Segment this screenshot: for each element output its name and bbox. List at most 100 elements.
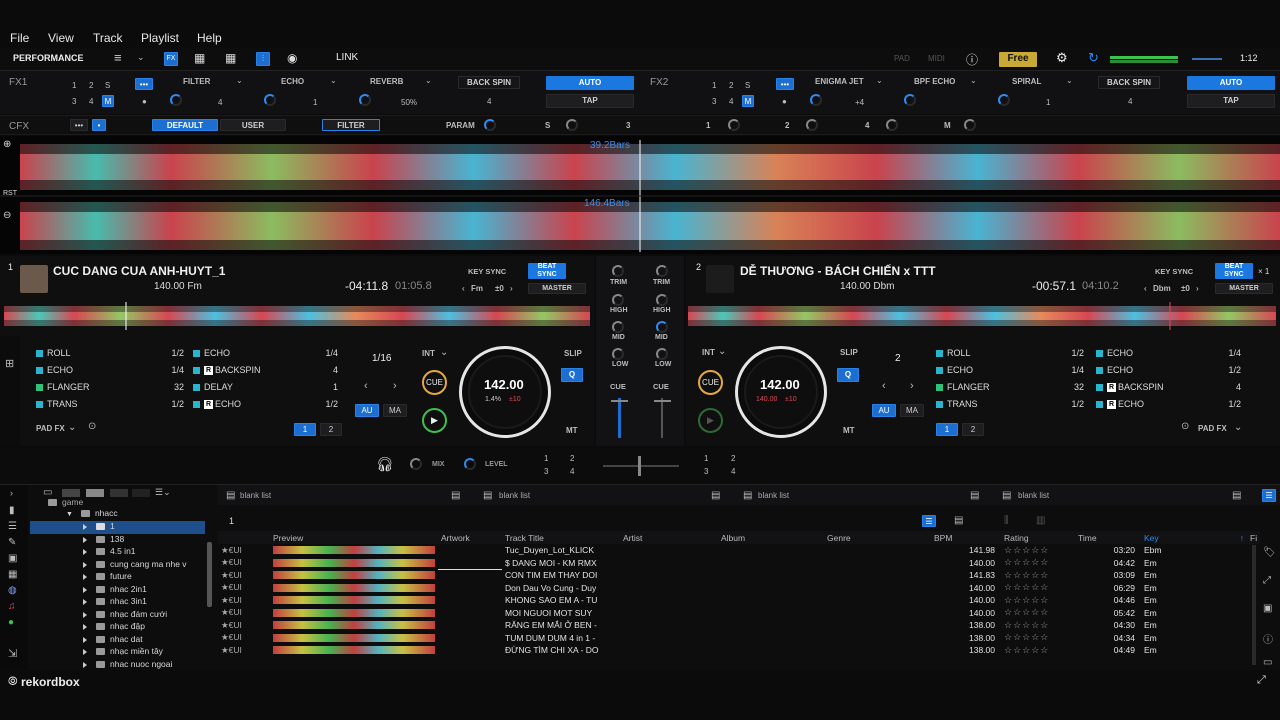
deck2-key-sync[interactable]: KEY SYNC (1155, 267, 1193, 276)
deck2-pad-4[interactable]: TRANS 1/2 (936, 399, 1084, 409)
deck1-pad-7[interactable]: DELAY 1 (193, 382, 338, 392)
deck2-pad-1[interactable]: ROLL 1/2 (936, 348, 1084, 358)
gear-icon[interactable]: ⚙ (1056, 50, 1068, 66)
col-key[interactable]: Key ↑ (1141, 531, 1247, 544)
fx2-unit2-name[interactable]: BPF ECHO (914, 77, 955, 86)
deck1-master[interactable]: MASTER (528, 283, 586, 294)
low-knob-2[interactable] (656, 348, 668, 360)
properties-icon[interactable]: ▣ (1263, 603, 1272, 614)
grid-view-icon[interactable]: ▥ (1036, 515, 1045, 526)
channel-fader-2[interactable] (661, 398, 663, 438)
deck2-slip[interactable]: SLIP (840, 348, 858, 357)
fx2-tap-button[interactable]: TAP (1187, 94, 1275, 108)
deck1-page-2[interactable]: 2 (320, 423, 342, 436)
sampler-icon[interactable]: ▦ (194, 51, 205, 65)
fx2-more-button[interactable]: ••• (776, 78, 794, 90)
trim-knob-2[interactable] (656, 265, 668, 277)
deck1-manual[interactable]: MA (383, 404, 407, 417)
pad-grid-icon[interactable]: ▦ (225, 51, 236, 65)
zoom-reset-button[interactable]: RST (3, 190, 17, 197)
fx-panel-icon[interactable]: FX (164, 52, 178, 66)
channel-fader-1[interactable] (618, 398, 621, 438)
chevron-down-icon[interactable]: ⌄ (330, 76, 337, 85)
deck1-play-button[interactable]: ▶ (422, 408, 447, 433)
crossfader[interactable] (603, 465, 679, 467)
menu-view[interactable]: View (48, 31, 74, 45)
assign-1-right[interactable]: 1 (704, 454, 708, 463)
cfx-default-tab[interactable]: DEFAULT (152, 119, 218, 131)
deck2-beat-multiplier[interactable]: × 1 (1258, 267, 1269, 276)
mode-select[interactable]: PERFORMANCE (13, 53, 84, 63)
trim-knob-1[interactable] (612, 265, 624, 277)
assign-2-left[interactable]: 2 (570, 454, 574, 463)
table-row[interactable]: ★€UI RĂNG EM MẮI Ở BEN -138.00 ☆☆☆☆☆ 04:30 E… (218, 619, 1260, 632)
menu-help[interactable]: Help (197, 31, 222, 45)
fx1-beatfx-select[interactable]: BACK SPIN (458, 76, 520, 89)
deck2-page-1[interactable]: 1 (936, 423, 958, 436)
fx1-unit1-knob[interactable] (170, 94, 182, 106)
chevron-down-icon[interactable]: ⌄ (1234, 422, 1242, 433)
table-row[interactable]: ★€UI KHONG SAO EM A - TU 140.00 ☆☆☆☆☆ 04:46 E… (218, 594, 1260, 607)
deck2-master[interactable]: MASTER (1215, 283, 1273, 294)
tree-item[interactable]: nhạc đám cưới (83, 609, 215, 622)
fx1-unit3-knob[interactable] (359, 94, 371, 106)
tree-item[interactable]: future (83, 571, 215, 584)
assign-3-right[interactable]: 3 (704, 467, 708, 476)
col-genre[interactable]: Genre (824, 531, 931, 544)
deck2-pad-3[interactable]: FLANGER 32 (936, 382, 1084, 392)
panel-icon[interactable]: ▤ (1232, 490, 1241, 501)
column-view-icon[interactable]: ⫼ (1004, 515, 1009, 526)
fx1-beat-2[interactable]: 2 (89, 81, 93, 90)
col-title[interactable]: Track Title (502, 531, 620, 544)
cfx-knob-m[interactable] (964, 119, 976, 131)
pad-mode[interactable]: PAD (894, 54, 910, 63)
cfx-knob-4[interactable] (886, 119, 898, 131)
fx1-beat-s[interactable]: S (105, 81, 110, 90)
deck2-loop-prev[interactable]: ‹ (882, 380, 886, 392)
table-row[interactable]: ★€UI CON TIM EM THAY DOI 141.83 ☆☆☆☆☆ 03:09 E… (218, 568, 1260, 582)
chevron-down-icon[interactable]: ⌄ (876, 76, 883, 85)
deck1-beat-sync[interactable]: BEAT SYNC (528, 263, 566, 279)
assign-2-right[interactable]: 2 (731, 454, 735, 463)
track-view-icon[interactable]: ☰ (922, 515, 936, 527)
panel-3-title[interactable]: blank list (758, 491, 789, 500)
waveform-svg[interactable] (0, 136, 1280, 254)
fx2-unit1-name[interactable]: ENIGMA JET (815, 77, 864, 86)
fx2-beat-4[interactable]: 4 (729, 97, 733, 106)
cfx-knob-1[interactable] (728, 119, 740, 131)
deck2-cue-button[interactable]: CUE (698, 370, 723, 395)
chevron-down-icon[interactable]: ⌄ (137, 52, 145, 63)
link-button[interactable]: LINK (336, 52, 358, 63)
deck1-overview[interactable] (4, 302, 590, 330)
high-knob-2[interactable] (656, 294, 668, 306)
cfx-more-button[interactable]: ••• (70, 119, 88, 131)
view-toggle-1[interactable] (86, 489, 104, 497)
chevron-down-icon[interactable]: ⌄ (425, 76, 432, 85)
fx1-auto-button[interactable]: AUTO (546, 76, 634, 90)
fader-cap-2[interactable] (654, 400, 671, 402)
crossfader-cap[interactable] (638, 456, 641, 476)
fx2-beat-m[interactable]: M (742, 95, 754, 107)
tree-item[interactable]: nhạc miền tây (83, 646, 215, 659)
mid-knob-2[interactable] (656, 321, 668, 333)
deck1-pad-4[interactable]: TRANS 1/2 (36, 399, 184, 409)
col-file[interactable]: Fi (1247, 531, 1261, 544)
fx2-unit2-knob[interactable] (904, 94, 916, 106)
expand-icon[interactable]: ⤢ (1257, 674, 1266, 687)
tree-item[interactable]: cung cang ma nhe v (83, 559, 201, 572)
deck1-jog-wheel[interactable]: 142.00 1.4% ±10 (459, 346, 551, 438)
fx2-beat-3[interactable]: 3 (712, 97, 716, 106)
fx2-auto-button[interactable]: AUTO (1187, 76, 1275, 90)
col-artist[interactable]: Artist (620, 531, 718, 544)
cfx-user-tab[interactable]: USER (220, 119, 286, 131)
deck1-loop-length[interactable]: 1/16 (372, 353, 391, 364)
fx2-unit3-knob[interactable] (998, 94, 1010, 106)
deck1-cue-button[interactable]: CUE (422, 370, 447, 395)
table-row[interactable]: ★€UI $ DANG MOI - KM RMX 140.00 ☆☆☆☆☆ 04:42 E… (218, 557, 1260, 570)
table-row[interactable]: ★€UI Tuc_Duyen_Lot_KLICK 141.98 ☆☆☆☆☆ 03:20 E… (218, 544, 1260, 557)
deck1-slip[interactable]: SLIP (564, 349, 582, 358)
deck2-pad-6[interactable]: ECHO 1/2 (1096, 365, 1241, 375)
midi-mode[interactable]: MIDI (928, 54, 945, 63)
chevron-down-icon[interactable]: ⌄ (718, 346, 726, 357)
fx1-dot[interactable]: ● (142, 97, 147, 106)
